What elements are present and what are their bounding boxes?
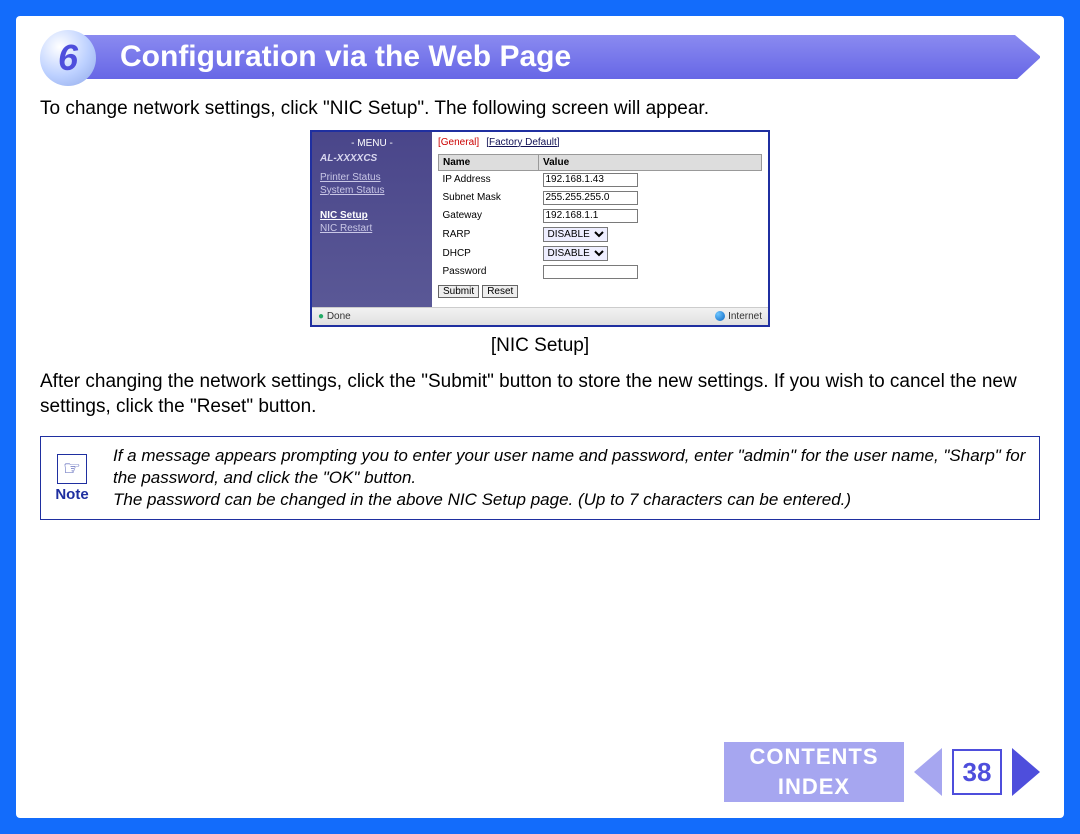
note-hand-icon: ☞ <box>57 454 87 484</box>
tab-factory-default[interactable]: [Factory Default] <box>486 137 559 148</box>
label-gateway: Gateway <box>439 207 539 225</box>
note-label: Note <box>55 486 88 503</box>
screenshot-main: [General] [Factory Default] Name Value I… <box>432 132 768 307</box>
select-rarp[interactable]: DISABLE <box>543 227 608 242</box>
input-password[interactable] <box>543 265 638 279</box>
row-dhcp: DHCP DISABLE <box>439 244 762 263</box>
screenshot-container: - MENU - AL-XXXXCS Printer Status System… <box>40 130 1040 327</box>
label-ip: IP Address <box>439 170 539 189</box>
after-paragraph: After changing the network settings, cli… <box>40 369 1040 420</box>
screenshot-tabs: [General] [Factory Default] <box>438 136 762 148</box>
globe-icon <box>715 311 725 321</box>
page-area: Configuration via the Web Page 6 To chan… <box>16 16 1064 818</box>
menu-header: - MENU - <box>320 138 424 149</box>
screenshot-sidebar: - MENU - AL-XXXXCS Printer Status System… <box>312 132 432 307</box>
status-left: ● Done <box>318 311 351 322</box>
menu-item-system-status[interactable]: System Status <box>320 185 424 196</box>
page-number: 38 <box>952 749 1002 795</box>
input-gateway[interactable] <box>543 209 638 223</box>
row-gateway: Gateway <box>439 207 762 225</box>
chapter-number-badge: 6 <box>40 30 96 86</box>
menu-item-nic-restart[interactable]: NIC Restart <box>320 223 424 234</box>
note-text: If a message appears prompting you to en… <box>103 437 1039 519</box>
row-subnet: Subnet Mask <box>439 189 762 207</box>
screenshot-body: - MENU - AL-XXXXCS Printer Status System… <box>312 132 768 307</box>
settings-table: Name Value IP Address Subnet Mask Ga <box>438 154 762 281</box>
contents-link[interactable]: CONTENTS <box>726 742 902 772</box>
form-buttons: Submit Reset <box>438 285 762 298</box>
note-left: ☞ Note <box>41 437 103 519</box>
reset-button[interactable]: Reset <box>482 285 518 298</box>
menu-item-printer-status[interactable]: Printer Status <box>320 172 424 183</box>
nic-setup-screenshot: - MENU - AL-XXXXCS Printer Status System… <box>310 130 770 327</box>
prev-page-arrow-icon[interactable] <box>914 748 942 796</box>
index-link[interactable]: INDEX <box>726 772 902 802</box>
chapter-title: Configuration via the Web Page <box>54 35 1040 79</box>
menu-item-nic-setup[interactable]: NIC Setup <box>320 210 424 221</box>
status-right: Internet <box>715 311 762 322</box>
row-password: Password <box>439 263 762 281</box>
tab-general[interactable]: [General] <box>438 137 479 148</box>
chapter-number: 6 <box>58 37 78 79</box>
input-subnet[interactable] <box>543 191 638 205</box>
chapter-title-text: Configuration via the Web Page <box>120 40 571 74</box>
note-box: ☞ Note If a message appears prompting yo… <box>40 436 1040 520</box>
label-password: Password <box>439 263 539 281</box>
title-bar-notch <box>1015 35 1041 81</box>
label-dhcp: DHCP <box>439 244 539 263</box>
label-rarp: RARP <box>439 225 539 244</box>
col-value: Value <box>539 154 762 170</box>
footer-nav: CONTENTS INDEX 38 <box>724 742 1040 802</box>
model-name: AL-XXXXCS <box>320 153 424 164</box>
row-rarp: RARP DISABLE <box>439 225 762 244</box>
input-ip[interactable] <box>543 173 638 187</box>
col-name: Name <box>439 154 539 170</box>
chapter-title-bar: Configuration via the Web Page 6 <box>40 34 1040 80</box>
select-dhcp[interactable]: DISABLE <box>543 246 608 261</box>
footer-links: CONTENTS INDEX <box>724 742 904 802</box>
submit-button[interactable]: Submit <box>438 285 479 298</box>
status-bar: ● Done Internet <box>312 307 768 325</box>
screenshot-caption: [NIC Setup] <box>40 335 1040 357</box>
intro-paragraph: To change network settings, click "NIC S… <box>40 96 1040 122</box>
note-line1: If a message appears prompting you to en… <box>113 445 1029 489</box>
next-page-arrow-icon[interactable] <box>1012 748 1040 796</box>
label-subnet: Subnet Mask <box>439 189 539 207</box>
row-ip: IP Address <box>439 170 762 189</box>
note-line2: The password can be changed in the above… <box>113 489 1029 511</box>
